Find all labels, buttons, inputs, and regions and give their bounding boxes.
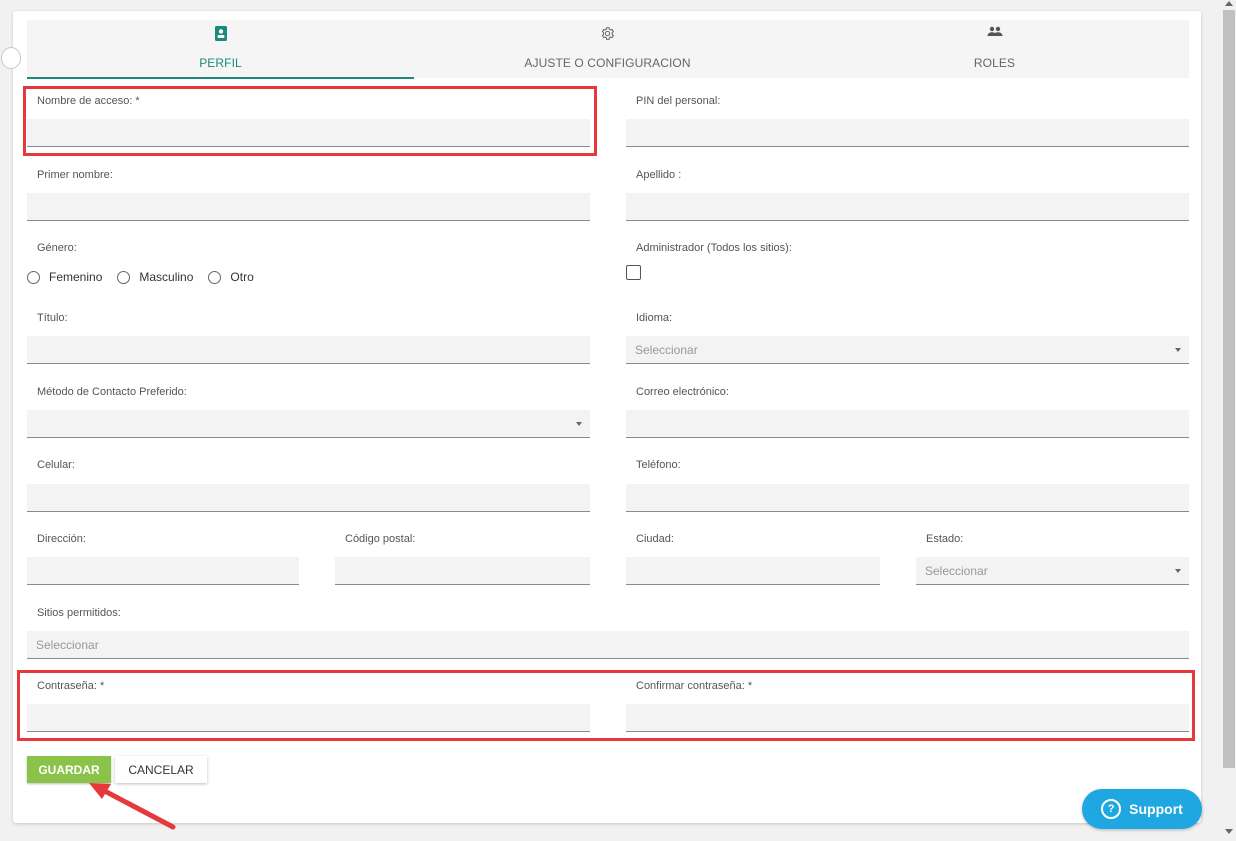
profile-badge-icon [27,26,414,42]
last-name-input[interactable] [626,193,1189,221]
password-input[interactable] [27,704,590,732]
login-name-label: Nombre de acceso: * [37,95,140,107]
annotation-arrow-icon [89,783,176,830]
mobile-input[interactable] [27,484,590,512]
scroll-down-icon[interactable] [1225,829,1233,834]
address-field: Dirección: [27,533,299,585]
allowed-sites-placeholder: Seleccionar [36,638,99,652]
admin-checkbox[interactable] [626,265,641,280]
tab-roles[interactable]: ROLES [801,20,1188,78]
login-name-field: Nombre de acceso: * [27,95,590,147]
staff-pin-input[interactable] [626,119,1189,147]
first-name-input[interactable] [27,193,590,221]
gender-option-masculino[interactable]: Masculino [117,270,193,284]
tab-label: ROLES [973,56,1016,70]
state-placeholder: Seleccionar [925,564,988,578]
scroll-up-icon[interactable] [1225,1,1233,6]
tab-ajuste[interactable]: AJUSTE O CONFIGURACION [414,20,801,78]
allowed-sites-select[interactable]: Seleccionar [27,631,1189,659]
city-input[interactable] [626,557,880,585]
contact-method-field: Método de Contacto Preferido: [27,386,590,438]
first-name-label: Primer nombre: [37,169,113,181]
last-name-field: Apellido : [626,169,1189,221]
gender-option-femenino[interactable]: Femenino [27,270,102,284]
password-field: Contraseña: * [27,680,590,732]
state-select[interactable]: Seleccionar [916,557,1189,585]
email-label: Correo electrónico: [636,386,729,398]
last-name-label: Apellido : [636,169,682,181]
language-placeholder: Seleccionar [635,343,698,357]
gender-field: Género: [27,242,327,258]
state-field: Estado: Seleccionar [916,533,1189,585]
staff-pin-field: PIN del personal: [626,95,1189,147]
radio-button[interactable] [208,270,222,284]
city-field: Ciudad: [626,533,880,585]
address-label: Dirección: [37,533,86,545]
title-field: Título: [27,312,590,364]
postal-code-field: Código postal: [335,533,590,585]
city-label: Ciudad: [636,533,674,545]
radio-label: Otro [230,270,254,284]
gender-radio-group: Femenino Masculino Otro [27,270,269,284]
title-input[interactable] [27,336,590,364]
scrollbar-thumb[interactable] [1223,10,1235,768]
login-name-input[interactable] [27,119,590,147]
first-name-field: Primer nombre: [27,169,590,221]
panel-toggle[interactable] [1,47,21,69]
chevron-down-icon [576,422,582,426]
title-label: Título: [37,312,68,324]
vertical-scrollbar[interactable] [1221,0,1236,841]
people-icon [801,26,1188,42]
confirm-password-field: Confirmar contraseña: * [626,680,1189,732]
question-circle-icon: ? [1101,799,1122,819]
mobile-field: Celular: [27,459,590,512]
postal-code-input[interactable] [335,557,590,585]
chevron-down-icon [1175,348,1181,352]
language-select[interactable]: Seleccionar [626,336,1189,364]
address-input[interactable] [27,557,299,585]
email-field: Correo electrónico: [626,386,1189,438]
contact-method-select[interactable] [27,410,590,438]
allowed-sites-label: Sitios permitidos: [37,607,121,619]
staff-pin-label: PIN del personal: [636,95,721,107]
password-label: Contraseña: * [37,680,105,692]
support-button[interactable]: ? Support [1082,789,1202,829]
confirm-password-label: Confirmar contraseña: * [636,680,753,692]
chevron-down-icon [1175,569,1181,573]
support-label: Support [1129,801,1183,817]
radio-button[interactable] [117,270,131,284]
phone-label: Teléfono: [636,459,681,471]
radio-button[interactable] [27,270,40,284]
gender-label: Género: [37,242,77,254]
admin-label: Administrador (Todos los sitios): [636,242,792,254]
tab-perfil[interactable]: PERFIL [27,20,414,79]
email-input[interactable] [626,410,1189,438]
tab-label: PERFIL [199,56,242,70]
phone-field: Teléfono: [626,459,1189,512]
radio-label: Masculino [139,270,194,284]
contact-method-label: Método de Contacto Preferido: [37,386,187,398]
confirm-password-input[interactable] [626,704,1189,732]
radio-label: Femenino [49,270,103,284]
state-label: Estado: [926,533,964,545]
postal-code-label: Código postal: [345,533,416,545]
language-label: Idioma: [636,312,673,324]
language-field: Idioma: Seleccionar [626,312,1189,364]
gear-icon [414,26,801,42]
phone-input[interactable] [626,484,1189,512]
tab-label: AJUSTE O CONFIGURACION [524,56,691,70]
mobile-label: Celular: [37,459,75,471]
gender-option-otro[interactable]: Otro [208,270,254,284]
allowed-sites-field: Sitios permitidos: Seleccionar [27,607,1189,659]
tab-bar: PERFIL AJUSTE O CONFIGURACION ROLES [27,20,1189,79]
admin-field: Administrador (Todos los sitios): [626,242,1026,258]
